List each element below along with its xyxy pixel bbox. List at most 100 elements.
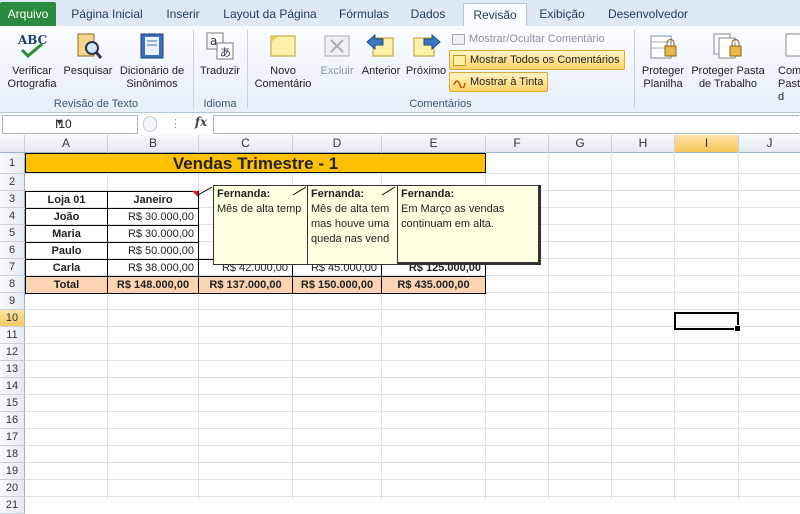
store-jan[interactable]: R$ 50.000,00: [107, 242, 199, 260]
previous-comment-button[interactable]: Anterior: [358, 30, 404, 78]
spelling-button[interactable]: ABC Verificar Ortografia: [4, 30, 60, 91]
show-comment-icon: [452, 33, 465, 45]
protect-sheet-icon: [647, 30, 679, 62]
delete-comment-icon: [321, 30, 353, 62]
gridline: [548, 152, 549, 500]
tab-layout[interactable]: Layout da Página: [218, 3, 322, 25]
store-jan[interactable]: R$ 38.000,00: [107, 259, 199, 277]
insert-function-button[interactable]: fx: [190, 115, 212, 132]
select-all-corner[interactable]: [0, 135, 25, 153]
tab-revisao[interactable]: Revisão: [463, 3, 527, 27]
row-header-11[interactable]: 11: [0, 327, 25, 344]
translate-button[interactable]: aあ Traduzir: [196, 30, 244, 78]
row-header-3[interactable]: 3: [0, 191, 25, 208]
group-label-revisao: Revisão de Texto: [53, 98, 139, 110]
row-header-9[interactable]: 9: [0, 293, 25, 310]
col-header-j[interactable]: J: [739, 135, 800, 153]
show-all-comments-icon: [453, 54, 466, 66]
share-workbook-button[interactable]: Com Pasta d: [770, 30, 800, 104]
header-janeiro[interactable]: Janeiro: [107, 191, 199, 209]
total-all[interactable]: R$ 435.000,00: [381, 276, 486, 294]
abc-check-icon: ABC: [16, 30, 48, 62]
store-name[interactable]: Paulo: [25, 242, 108, 260]
tab-pagina-inicial[interactable]: Página Inicial: [62, 3, 152, 25]
chevron-down-icon[interactable]: ▼: [55, 117, 133, 127]
store-name[interactable]: João: [25, 208, 108, 226]
show-ink-button[interactable]: Mostrar à Tinta: [449, 72, 549, 92]
formula-input[interactable]: [213, 115, 799, 134]
sheet-title[interactable]: Vendas Trimestre - 1: [25, 153, 486, 173]
row-header-1[interactable]: 1: [0, 153, 25, 174]
comment-box[interactable]: Fernanda: Em Março as vendas continuam e…: [397, 185, 541, 265]
gridline: [25, 411, 800, 412]
row-header-17[interactable]: 17: [0, 429, 25, 446]
name-box[interactable]: I10 ▼: [2, 115, 138, 134]
header-loja[interactable]: Loja 01: [25, 191, 108, 209]
gridline: [25, 445, 800, 446]
tab-arquivo[interactable]: Arquivo: [0, 2, 56, 26]
row-header-8[interactable]: 8: [0, 276, 25, 293]
comment-arrow-line: [381, 186, 396, 196]
protect-sheet-button[interactable]: Proteger Planilha: [638, 30, 688, 91]
new-comment-button[interactable]: Novo Comentário: [252, 30, 314, 91]
col-header-c[interactable]: C: [199, 135, 293, 153]
row-header-14[interactable]: 14: [0, 378, 25, 395]
col-header-f[interactable]: F: [486, 135, 549, 153]
col-header-d[interactable]: D: [293, 135, 382, 153]
formula-bar: I10 ▼ ⋮ fx: [0, 113, 800, 136]
row-header-20[interactable]: 20: [0, 480, 25, 497]
gridline: [25, 343, 800, 344]
row-header-19[interactable]: 19: [0, 463, 25, 480]
gridline: [25, 496, 800, 497]
col-header-g[interactable]: G: [549, 135, 612, 153]
gridline: [25, 479, 800, 480]
row-header-5[interactable]: 5: [0, 225, 25, 242]
row-header-12[interactable]: 12: [0, 344, 25, 361]
ribbon-tabs: Arquivo Página Inicial Inserir Layout da…: [0, 0, 800, 27]
store-jan[interactable]: R$ 30.000,00: [107, 225, 199, 243]
total-feb[interactable]: R$ 137.000,00: [198, 276, 293, 294]
previous-arrow-icon: [365, 30, 397, 62]
next-comment-button[interactable]: Próximo: [404, 30, 448, 78]
row-header-6[interactable]: 6: [0, 242, 25, 259]
research-book-icon: [72, 30, 104, 62]
store-jan[interactable]: R$ 30.000,00: [107, 208, 199, 226]
delete-comment-button[interactable]: Excluir: [318, 30, 356, 78]
row-header-2[interactable]: 2: [0, 174, 25, 191]
row-header-10[interactable]: 10: [0, 310, 25, 327]
row-header-15[interactable]: 15: [0, 395, 25, 412]
svg-text:あ: あ: [220, 46, 231, 59]
group-separator: [634, 30, 635, 108]
tab-formulas[interactable]: Fórmulas: [332, 3, 396, 25]
store-name[interactable]: Maria: [25, 225, 108, 243]
tab-exibicao[interactable]: Exibição: [532, 3, 592, 25]
total-mar[interactable]: R$ 150.000,00: [292, 276, 382, 294]
total-label[interactable]: Total: [25, 276, 108, 294]
research-button[interactable]: Pesquisar: [62, 30, 114, 78]
gridline: [25, 462, 800, 463]
row-header-16[interactable]: 16: [0, 412, 25, 429]
protect-workbook-button[interactable]: Proteger Pasta de Trabalho: [690, 30, 766, 91]
show-hide-comment-button[interactable]: Mostrar/Ocultar Comentário: [449, 30, 609, 48]
tab-desenvolvedor[interactable]: Desenvolvedor: [600, 3, 696, 25]
thesaurus-button[interactable]: Dicionário de Sinônimos: [116, 30, 188, 91]
formula-bar-toggle[interactable]: [143, 116, 157, 132]
new-comment-icon: [267, 30, 299, 62]
store-name[interactable]: Carla: [25, 259, 108, 277]
row-header-18[interactable]: 18: [0, 446, 25, 463]
active-cell[interactable]: [674, 312, 741, 332]
row-header-13[interactable]: 13: [0, 361, 25, 378]
row-header-4[interactable]: 4: [0, 208, 25, 225]
total-jan[interactable]: R$ 148.000,00: [107, 276, 199, 294]
spreadsheet-grid[interactable]: A B C D E F G H I J 1 2 3 4 5 6 7 8 9 10…: [0, 135, 800, 514]
tab-dados[interactable]: Dados: [404, 3, 452, 25]
group-separator: [193, 30, 194, 108]
col-header-b[interactable]: B: [108, 135, 199, 153]
col-header-i[interactable]: I: [675, 135, 739, 153]
show-all-comments-button[interactable]: Mostrar Todos os Comentários: [449, 50, 625, 70]
row-header-7[interactable]: 7: [0, 259, 25, 276]
col-header-a[interactable]: A: [25, 135, 108, 153]
tab-inserir[interactable]: Inserir: [158, 3, 208, 25]
col-header-h[interactable]: H: [612, 135, 675, 153]
col-header-e[interactable]: E: [382, 135, 486, 153]
